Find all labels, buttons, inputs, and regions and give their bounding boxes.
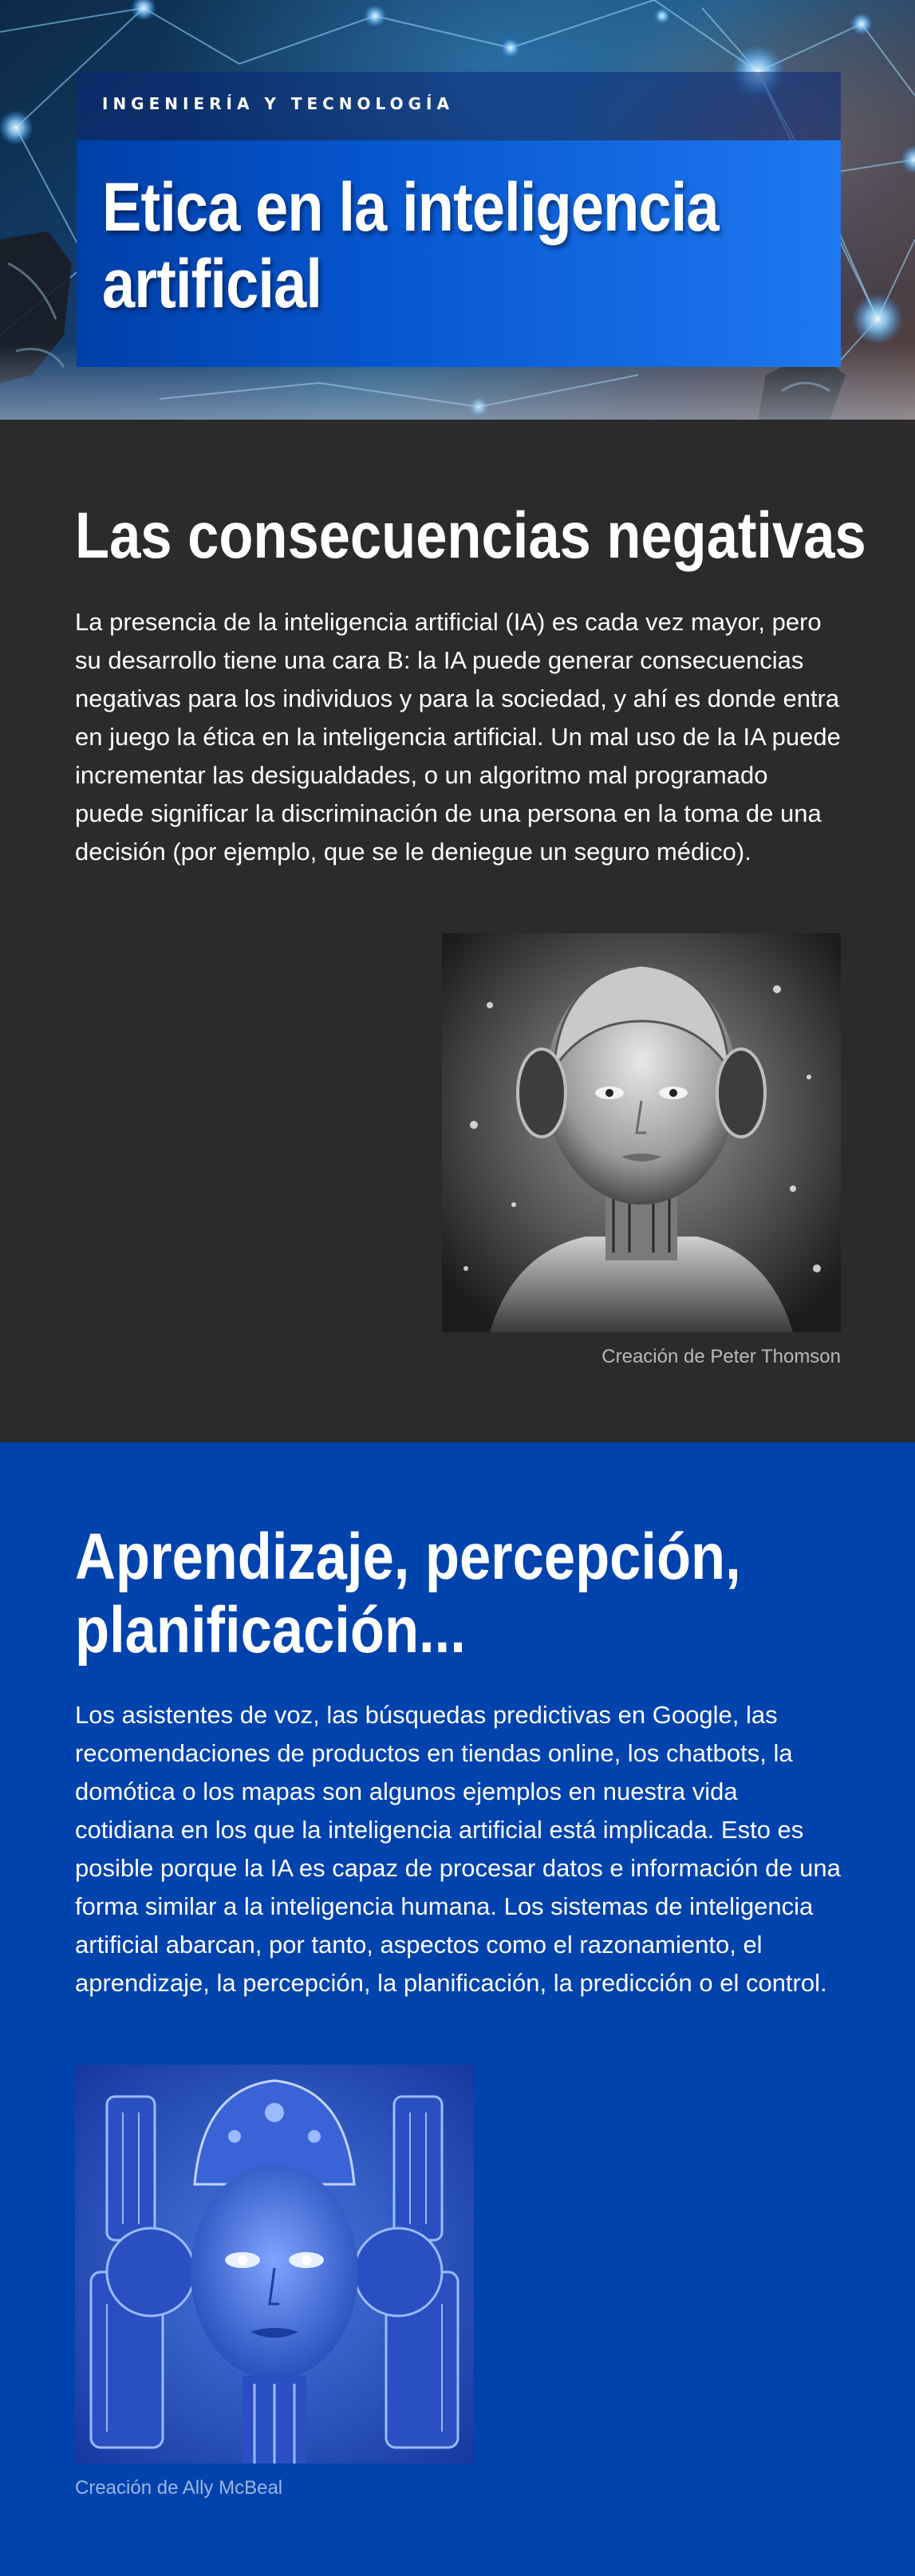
hero-banner: INGENIERÍA Y TECNOLOGÍA Etica en la inte… [0, 0, 915, 420]
blue-robot-image [75, 2065, 474, 2464]
section-heading-line-2: planificación... [75, 1594, 466, 1667]
robot-woman-image [442, 933, 841, 1332]
category-kicker: INGENIERÍA Y TECNOLOGÍA [102, 94, 454, 113]
section-learning-perception: Aprendizaje, percepción, planificación..… [0, 1442, 915, 2576]
page-title-line-2: artificial [102, 246, 322, 322]
section-heading: Aprendizaje, percepción, planificación..… [75, 1521, 741, 1667]
section-heading: Las consecuencias negativas [75, 499, 866, 572]
section-heading-line-1: Aprendizaje, percepción, [75, 1521, 741, 1593]
robot-portrait-illustration [442, 933, 841, 1332]
section-negative-consequences: Las consecuencias negativas La presencia… [0, 420, 915, 1442]
section-paragraph: Los asistentes de voz, las búsquedas pre… [75, 1701, 841, 1997]
section-paragraph: La presencia de la inteligencia artifici… [75, 608, 841, 866]
page-title-line-1: Etica en la inteligencia [102, 169, 720, 246]
image-caption: Creación de Peter Thomson [601, 1346, 841, 1367]
blue-robot-portrait-illustration [75, 2065, 474, 2464]
image-caption: Creación de Ally McBeal [75, 2477, 283, 2499]
page-title: Etica en la inteligencia artificial [102, 169, 720, 322]
